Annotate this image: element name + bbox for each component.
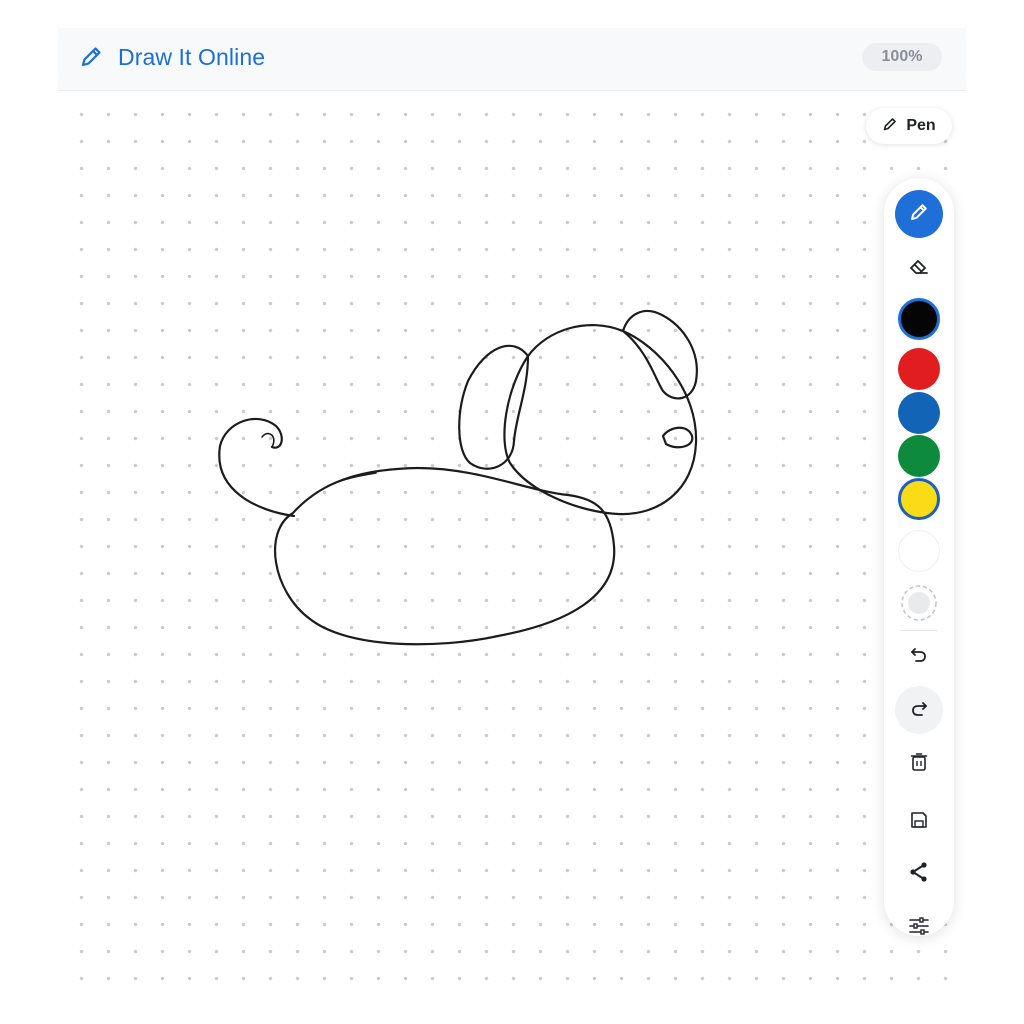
redo-icon <box>908 697 930 724</box>
toolbar-divider <box>900 630 938 631</box>
header-bar: Draw It Online 100% <box>58 28 966 91</box>
share-icon <box>907 860 931 889</box>
pen-icon <box>908 201 930 228</box>
app-title: Draw It Online <box>118 44 266 70</box>
redo-button[interactable] <box>895 686 943 734</box>
side-toolbar <box>884 178 954 936</box>
app-window: Draw It Online 100% Pen <box>58 28 966 1000</box>
current-tool-chip[interactable]: Pen <box>866 108 952 144</box>
settings-button[interactable] <box>895 904 943 952</box>
undo-button[interactable] <box>895 632 943 680</box>
brush-size-button[interactable] <box>900 584 938 622</box>
brush-size-icon <box>900 585 938 626</box>
save-button[interactable] <box>895 798 943 846</box>
save-icon <box>908 809 930 836</box>
delete-icon <box>908 751 930 778</box>
color-swatch-yellow[interactable] <box>898 478 940 520</box>
share-button[interactable] <box>895 850 943 898</box>
pen-icon <box>882 116 898 137</box>
pen-tool-button[interactable] <box>895 190 943 238</box>
eraser-tool-button[interactable] <box>895 244 943 292</box>
color-swatch-red[interactable] <box>898 348 940 390</box>
current-tool-label: Pen <box>906 117 936 134</box>
clear-canvas-button[interactable] <box>895 740 943 788</box>
undo-icon <box>908 643 930 670</box>
color-swatch-black[interactable] <box>898 298 940 340</box>
pencil-logo-icon <box>78 44 104 70</box>
color-swatch-blue[interactable] <box>898 392 940 434</box>
color-swatch-white[interactable] <box>898 530 940 572</box>
eraser-icon <box>907 254 931 283</box>
settings-sliders-icon <box>907 914 931 943</box>
dog-sketch <box>218 309 698 646</box>
zoom-level[interactable]: 100% <box>862 43 942 71</box>
drawing-canvas[interactable] <box>58 91 966 1000</box>
color-swatch-green[interactable] <box>898 435 940 477</box>
